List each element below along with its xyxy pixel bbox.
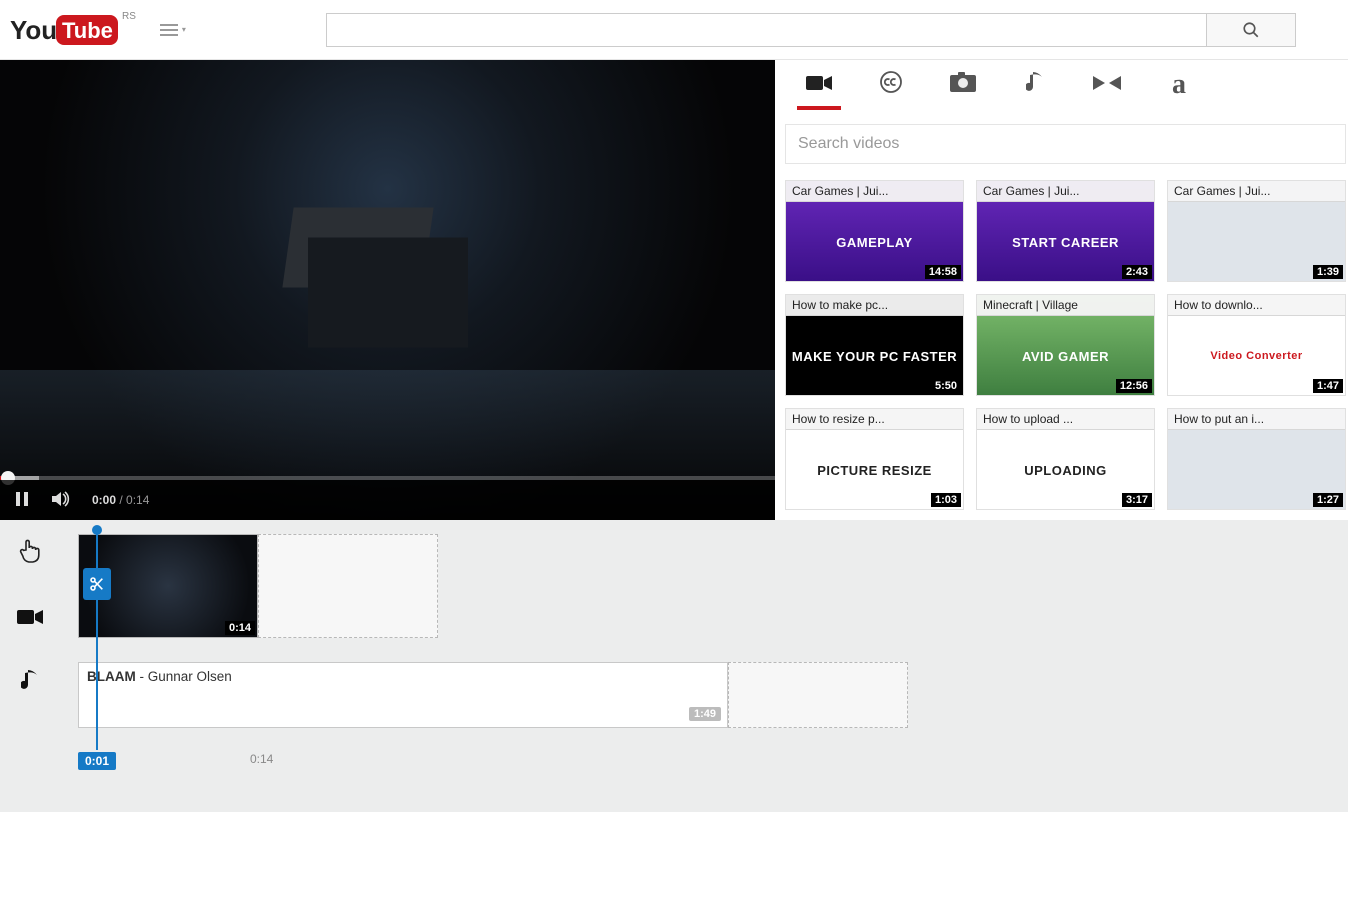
hamburger-icon (160, 24, 178, 36)
thumbnail-duration: 1:27 (1313, 493, 1343, 507)
tab-cc[interactable] (873, 70, 909, 100)
main: 0:00 / 0:14 a (0, 60, 1348, 520)
text-a-icon: a (1172, 69, 1186, 100)
transition-icon (1093, 74, 1121, 92)
music-note-icon (21, 668, 39, 692)
video-thumbnail[interactable]: Minecraft | VillageAVID GAMER12:56 (976, 294, 1155, 396)
audio-clip-duration: 1:49 (689, 707, 721, 721)
scissors-icon (89, 576, 105, 592)
timeline-tracks: 0:14 BLAAM - Gunnar Olsen 1:49 0:01 0:14 (78, 534, 1338, 772)
volume-button[interactable] (52, 491, 72, 510)
playhead-time-label: 0:01 (78, 752, 116, 770)
svg-text:You: You (10, 15, 57, 45)
video-track[interactable]: 0:14 (78, 534, 1338, 638)
tab-text[interactable]: a (1161, 69, 1197, 101)
thumbnail-title: How to upload ... (977, 409, 1154, 430)
thumbnail-duration: 1:03 (931, 493, 961, 507)
thumbnail-title: How to put an i... (1168, 409, 1345, 430)
audio-clip-label: BLAAM - Gunnar Olsen (87, 669, 232, 684)
guide-menu-button[interactable]: ▾ (160, 24, 186, 36)
video-camera-icon (806, 74, 832, 92)
audio-track[interactable]: BLAAM - Gunnar Olsen 1:49 (78, 662, 1338, 728)
ruler-tick: 0:14 (250, 752, 273, 766)
player-controls: 0:00 / 0:14 (0, 480, 775, 520)
timeline-editor: 0:14 BLAAM - Gunnar Olsen 1:49 0:01 0:14 (0, 520, 1348, 812)
video-search-input[interactable] (785, 124, 1346, 164)
music-note-icon (1026, 70, 1044, 94)
clip-duration: 0:14 (225, 621, 255, 635)
audio-track-icon[interactable] (21, 668, 39, 698)
thumbnail-title: Car Games | Jui... (977, 181, 1154, 202)
search-icon (1242, 21, 1260, 39)
search-button[interactable] (1206, 13, 1296, 47)
thumbnail-duration: 5:50 (931, 379, 961, 393)
camera-icon (950, 72, 976, 92)
video-thumbnail[interactable]: How to put an i... 1:27 (1167, 408, 1346, 510)
thumbnail-title: Minecraft | Village (977, 295, 1154, 316)
video-player[interactable]: 0:00 / 0:14 (0, 60, 775, 520)
pointer-hand-icon (19, 538, 41, 564)
thumbnail-title: Car Games | Jui... (1168, 181, 1345, 202)
side-panel: a Car Games | Jui...GAMEPLAY14:58Car Gam… (775, 60, 1348, 510)
tab-transition[interactable] (1089, 72, 1125, 98)
empty-video-slot[interactable] (258, 534, 438, 638)
search-group (326, 13, 1296, 47)
timeline-ruler[interactable]: 0:01 0:14 (78, 752, 1338, 772)
current-time: 0:00 (92, 493, 116, 507)
logo-country-code: RS (122, 11, 136, 22)
thumbnail-duration: 12:56 (1116, 379, 1152, 393)
thumbnail-duration: 1:39 (1313, 265, 1343, 279)
video-thumbnail-grid: Car Games | Jui...GAMEPLAY14:58Car Games… (785, 180, 1346, 510)
video-camera-icon (17, 608, 43, 626)
thumbnail-title: How to downlo... (1168, 295, 1345, 316)
thumbnail-duration: 1:47 (1313, 379, 1343, 393)
video-thumbnail[interactable]: How to downlo...Video Converter1:47 (1167, 294, 1346, 396)
video-thumbnail[interactable]: Car Games | Jui... 1:39 (1167, 180, 1346, 282)
thumbnail-title: Car Games | Jui... (786, 181, 963, 202)
thumbnail-duration: 3:17 (1122, 493, 1152, 507)
cut-button[interactable] (83, 568, 111, 600)
playhead[interactable] (96, 528, 98, 750)
playhead-cap (92, 525, 102, 535)
header: You Tube RS ▾ (0, 0, 1348, 60)
pointer-tool[interactable] (19, 538, 41, 570)
tab-audio[interactable] (1017, 70, 1053, 100)
thumbnail-duration: 2:43 (1122, 265, 1152, 279)
video-thumbnail[interactable]: Car Games | Jui...START CAREER2:43 (976, 180, 1155, 282)
chevron-down-icon: ▾ (182, 25, 186, 34)
video-thumbnail[interactable]: How to upload ...UPLOADING3:17 (976, 408, 1155, 510)
video-frame (278, 208, 498, 358)
youtube-logo[interactable]: You Tube RS (10, 13, 136, 47)
video-thumbnail[interactable]: How to make pc...MAKE YOUR PC FASTER5:50 (785, 294, 964, 396)
tab-photo[interactable] (945, 72, 981, 98)
media-type-tabs: a (785, 60, 1346, 110)
svg-text:Tube: Tube (62, 18, 113, 43)
video-track-icon[interactable] (17, 606, 43, 632)
pause-button[interactable] (12, 491, 32, 510)
duration: 0:14 (126, 493, 149, 507)
search-input[interactable] (326, 13, 1206, 47)
thumbnail-title: How to resize p... (786, 409, 963, 430)
video-thumbnail[interactable]: How to resize p...PICTURE RESIZE1:03 (785, 408, 964, 510)
tab-video[interactable] (801, 72, 837, 98)
thumbnail-duration: 14:58 (925, 265, 961, 279)
timeline-tools (10, 534, 50, 772)
cc-icon (879, 70, 903, 94)
audio-clip[interactable]: BLAAM - Gunnar Olsen 1:49 (78, 662, 728, 728)
time-display: 0:00 / 0:14 (92, 493, 149, 507)
thumbnail-title: How to make pc... (786, 295, 963, 316)
empty-audio-slot[interactable] (728, 662, 908, 728)
video-thumbnail[interactable]: Car Games | Jui...GAMEPLAY14:58 (785, 180, 964, 282)
